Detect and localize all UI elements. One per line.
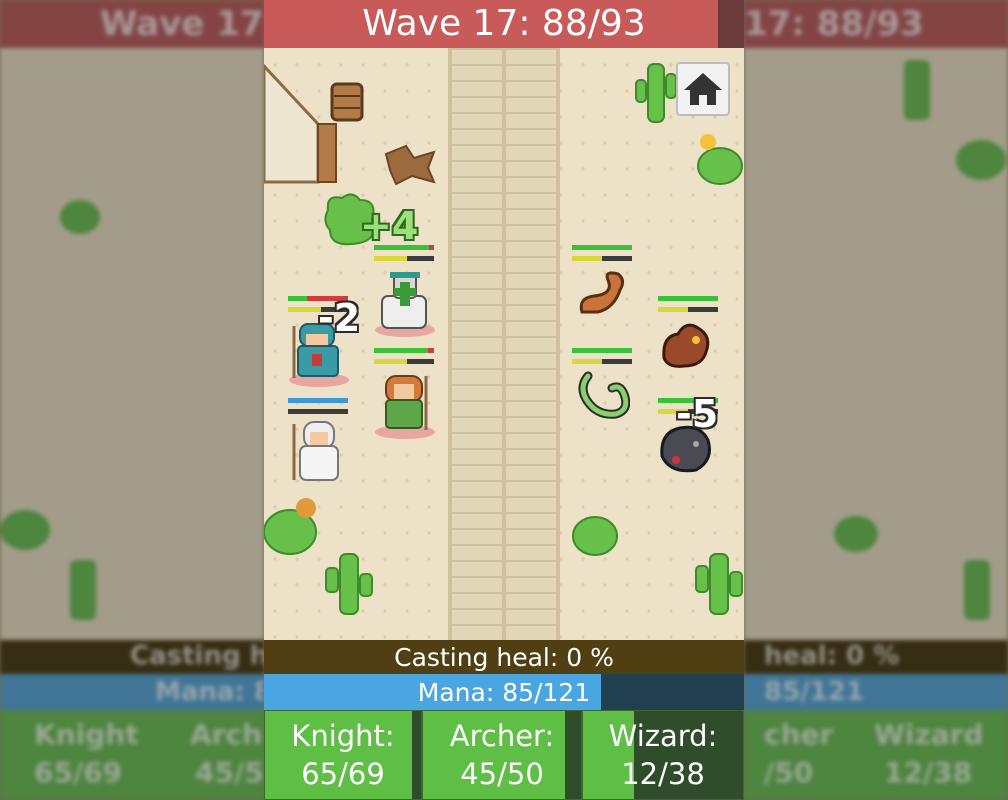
heal-popup-text: +4 bbox=[360, 204, 419, 248]
backdrop-wave-text: 17: 88/93 bbox=[744, 4, 924, 44]
right-blurred-backdrop: 17: 88/93 heal: 0 % 85/121 cher /50 Wiza… bbox=[744, 0, 1008, 800]
archer-hp-text: 45/50 bbox=[460, 757, 544, 791]
left-blurred-backdrop: Wave 17: Casting hea Mana: 8 Knight 65/6… bbox=[0, 0, 264, 800]
backdrop-btn-text: 12/38 bbox=[884, 756, 973, 789]
archer-sprite[interactable] bbox=[372, 370, 438, 440]
healer-cast-bar bbox=[288, 398, 348, 403]
healer-sprite[interactable] bbox=[286, 418, 352, 484]
wizard-unit-button[interactable]: Wizard: 12/38 bbox=[582, 710, 744, 800]
cactus-sprite bbox=[695, 553, 743, 615]
casting-text: Casting heal: 0 % bbox=[394, 643, 614, 672]
wood-pile-sprite bbox=[384, 144, 436, 186]
backdrop-btn-text: 65/69 bbox=[34, 756, 123, 789]
knight-sprite[interactable] bbox=[372, 268, 438, 338]
archer-mana-bar bbox=[374, 359, 434, 364]
bush-flower-sprite bbox=[264, 498, 317, 555]
backdrop-mana-text: Mana: 8 bbox=[155, 677, 264, 707]
home-icon bbox=[684, 73, 722, 105]
backdrop-btn-text: Wizard bbox=[874, 718, 984, 751]
scorpion-enemy-sprite[interactable] bbox=[574, 268, 630, 320]
backdrop-btn-text: cher bbox=[764, 718, 834, 751]
knight-hp-text: 65/69 bbox=[301, 757, 385, 791]
game-area: +4 -2 -5 Wave 17: 88/93 Casting heal: 0 … bbox=[264, 0, 744, 800]
enemy-health-bar bbox=[572, 245, 632, 250]
bush-flower-sprite bbox=[697, 134, 743, 185]
backdrop-mana-text: 85/121 bbox=[764, 677, 864, 707]
backdrop-cast-text: Casting hea bbox=[130, 641, 264, 671]
enemy-mana-bar bbox=[658, 307, 718, 312]
backdrop-btn-text: /50 bbox=[764, 756, 814, 789]
cactus-sprite bbox=[635, 63, 677, 123]
backdrop-btn-text: Arche bbox=[190, 718, 264, 751]
healer-secondary-bar bbox=[288, 409, 348, 414]
backdrop-btn-text: 45/5 bbox=[195, 756, 264, 789]
wizard-label: Wizard: bbox=[608, 719, 718, 753]
cactus-sprite bbox=[325, 553, 373, 615]
backdrop-btn-text: Knight bbox=[34, 718, 139, 751]
enemy-health-bar bbox=[658, 296, 718, 301]
mana-text: Mana: 85/121 bbox=[417, 678, 591, 707]
enemy-health-bar bbox=[572, 348, 632, 353]
enemy-damage-popup-text: -5 bbox=[676, 392, 719, 436]
wizard-hp-text: 12/38 bbox=[621, 757, 705, 791]
backdrop-cast-text: heal: 0 % bbox=[764, 641, 900, 671]
bush-sprite bbox=[572, 516, 618, 556]
wave-title: Wave 17: 88/93 bbox=[362, 3, 646, 44]
stone-road bbox=[448, 48, 560, 640]
archer-label: Archer: bbox=[449, 719, 555, 753]
hero-damage-popup-text: -2 bbox=[318, 296, 361, 340]
backdrop-wave-text: Wave 17: bbox=[100, 4, 264, 44]
archer-health-bar bbox=[374, 348, 434, 353]
enemy-mana-bar bbox=[572, 256, 632, 261]
knight-label: Knight: bbox=[291, 719, 395, 753]
tent-sprite bbox=[264, 63, 337, 184]
knight-mana-bar bbox=[374, 256, 434, 261]
enemy-mana-bar bbox=[572, 359, 632, 364]
knight-unit-button[interactable]: Knight: 65/69 bbox=[264, 710, 422, 800]
home-button[interactable] bbox=[676, 62, 730, 116]
serpent-enemy-sprite[interactable] bbox=[574, 368, 630, 424]
archer-unit-button[interactable]: Archer: 45/50 bbox=[422, 710, 582, 800]
barrel-sprite bbox=[330, 82, 364, 122]
fire-beast-enemy-sprite[interactable] bbox=[658, 318, 714, 370]
